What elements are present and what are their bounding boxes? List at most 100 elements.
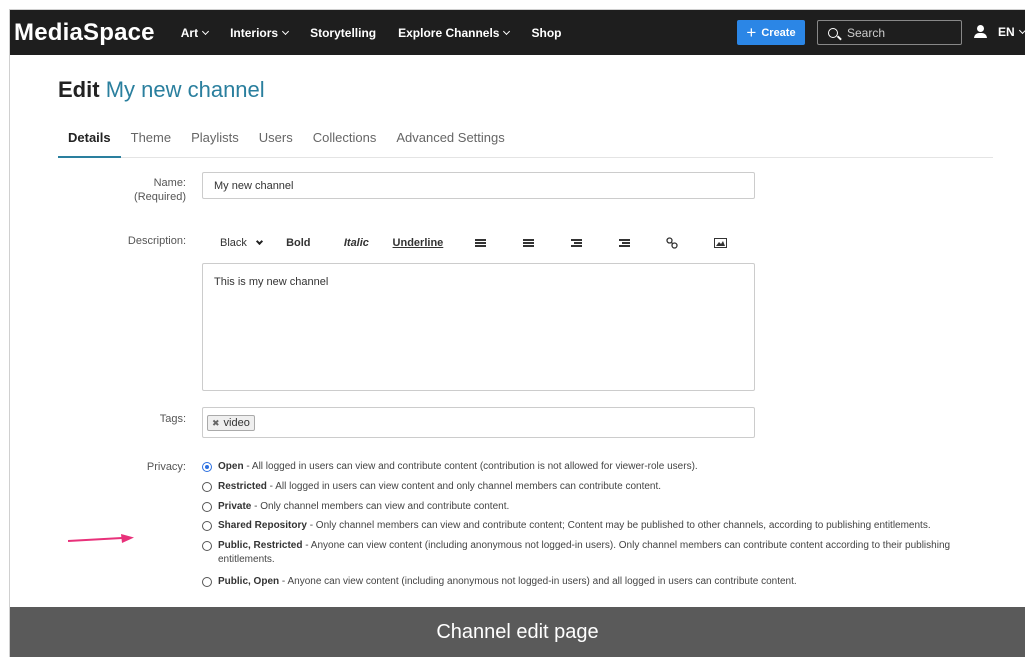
annotation-arrow-icon [68, 534, 134, 543]
privacy-option-title: Restricted [218, 481, 267, 492]
top-navigation-bar: MediaSpace Art Interiors Storytelling Ex… [10, 10, 1025, 55]
chevron-down-icon [282, 27, 290, 35]
name-input[interactable]: My new channel [202, 172, 755, 199]
nav-item-label: Interiors [230, 25, 279, 40]
tab-playlists[interactable]: Playlists [181, 128, 249, 158]
language-selector[interactable]: EN [998, 25, 1025, 39]
main-nav: Art Interiors Storytelling Explore Chann… [181, 26, 584, 40]
numbered-list-icon [523, 239, 535, 247]
nav-item-shop[interactable]: Shop [531, 26, 561, 40]
privacy-option-text: Restricted - All logged in users can vie… [218, 480, 661, 494]
tag-chip: ✖ video [207, 415, 255, 431]
radio-button[interactable] [202, 482, 212, 492]
privacy-option-text: Public, Open - Anyone can view content (… [218, 575, 797, 589]
privacy-option-desc: - Anyone can view content (including ano… [279, 576, 797, 587]
search-placeholder: Search [847, 25, 886, 40]
chevron-down-icon [255, 237, 263, 245]
radio-button[interactable] [202, 502, 212, 512]
indent-icon [618, 239, 630, 247]
privacy-option-title: Private [218, 501, 252, 512]
privacy-option-public-open[interactable]: Public, Open - Anyone can view content (… [202, 575, 797, 589]
chevron-down-icon [202, 27, 210, 35]
privacy-option-title: Open [218, 461, 244, 472]
chevron-down-icon [1018, 26, 1025, 35]
browser-frame: MediaSpace Art Interiors Storytelling Ex… [10, 10, 1025, 657]
radio-button[interactable] [202, 521, 212, 531]
privacy-option-desc: - Anyone can view content (including ano… [218, 540, 951, 565]
text-color-label: Black [220, 237, 247, 249]
radio-button[interactable] [202, 462, 212, 472]
indent-button[interactable] [618, 239, 667, 247]
outdent-icon [570, 239, 582, 247]
search-icon [828, 27, 838, 38]
tags-input[interactable]: ✖ video [202, 407, 755, 438]
privacy-option-text: Open - All logged in users can view and … [218, 460, 698, 474]
nav-item-art[interactable]: Art [180, 25, 210, 40]
nav-item-explore-channels[interactable]: Explore Channels [398, 25, 511, 40]
mediaspace-logo[interactable]: MediaSpace [14, 19, 155, 47]
link-icon [666, 237, 679, 249]
remove-tag-icon[interactable]: ✖ [212, 418, 220, 429]
nav-item-label: Shop [531, 25, 562, 40]
privacy-option-text: Shared Repository - Only channel members… [218, 519, 931, 533]
text-color-dropdown[interactable]: Black [202, 237, 276, 249]
caption-bar: Channel edit page [10, 607, 1025, 657]
create-button[interactable]: + Create [737, 20, 805, 45]
description-label: Description: [127, 235, 186, 247]
nav-item-label: Art [180, 25, 199, 40]
name-label-text: Name: [153, 177, 186, 189]
image-button[interactable] [714, 238, 762, 248]
radio-button[interactable] [202, 541, 212, 551]
numbered-list-button[interactable] [523, 239, 571, 247]
tab-bar: Details Theme Playlists Users Collection… [58, 128, 993, 158]
privacy-option-text: Private - Only channel members can view … [218, 500, 509, 514]
privacy-option-desc: - All logged in users can view content a… [266, 481, 662, 492]
image-icon [714, 238, 728, 248]
required-hint: (Required) [134, 191, 186, 203]
nav-item-label: Explore Channels [398, 25, 500, 40]
bold-button[interactable]: Bold [276, 237, 334, 249]
user-icon[interactable] [973, 24, 989, 40]
privacy-option-text: Public, Restricted - Anyone can view con… [218, 539, 992, 567]
caption-text: Channel edit page [436, 620, 599, 643]
privacy-option-title: Shared Repository [218, 520, 307, 531]
privacy-option-title: Public, Restricted [218, 540, 303, 551]
tab-details[interactable]: Details [58, 128, 121, 158]
chevron-down-icon [503, 27, 511, 35]
tags-label: Tags: [159, 413, 186, 425]
tab-collections[interactable]: Collections [303, 128, 387, 158]
nav-item-interiors[interactable]: Interiors [230, 25, 290, 40]
plus-icon: + [746, 23, 757, 42]
bulleted-list-button[interactable] [475, 239, 523, 247]
privacy-option-restricted[interactable]: Restricted - All logged in users can vie… [202, 480, 661, 494]
tab-advanced-settings[interactable]: Advanced Settings [386, 128, 514, 158]
search-input[interactable]: Search [817, 20, 962, 45]
privacy-option-desc: - Only channel members can view and cont… [306, 520, 931, 531]
tab-theme[interactable]: Theme [121, 128, 181, 158]
privacy-option-title: Public, Open [218, 576, 280, 587]
privacy-option-desc: - All logged in users can view and contr… [243, 461, 698, 472]
privacy-option-open[interactable]: Open - All logged in users can view and … [202, 460, 698, 474]
underline-button[interactable]: Underline [393, 237, 476, 249]
radio-button[interactable] [202, 577, 212, 587]
italic-button[interactable]: Italic [334, 237, 393, 249]
bulleted-list-icon [475, 239, 487, 247]
privacy-option-public-restricted[interactable]: Public, Restricted - Anyone can view con… [202, 539, 992, 567]
privacy-option-shared-repository[interactable]: Shared Repository - Only channel members… [202, 519, 931, 533]
title-prefix: Edit [58, 77, 100, 102]
channel-name: My new channel [105, 77, 265, 102]
create-label: Create [761, 26, 796, 39]
privacy-option-private[interactable]: Private - Only channel members can view … [202, 500, 509, 514]
nav-item-label: Storytelling [310, 25, 377, 40]
page-title: Edit My new channel [58, 77, 265, 103]
link-button[interactable] [666, 237, 714, 249]
privacy-option-desc: - Only channel members can view and cont… [251, 501, 510, 512]
description-textarea[interactable]: This is my new channel [202, 263, 755, 391]
nav-item-storytelling[interactable]: Storytelling [310, 26, 376, 40]
name-label: Name: (Required) [66, 177, 186, 203]
rich-text-toolbar: Black Bold Italic Underline [202, 234, 762, 252]
tab-users[interactable]: Users [249, 128, 303, 158]
outdent-button[interactable] [570, 239, 619, 247]
language-label: EN [998, 25, 1015, 39]
tag-label: video [223, 417, 250, 429]
